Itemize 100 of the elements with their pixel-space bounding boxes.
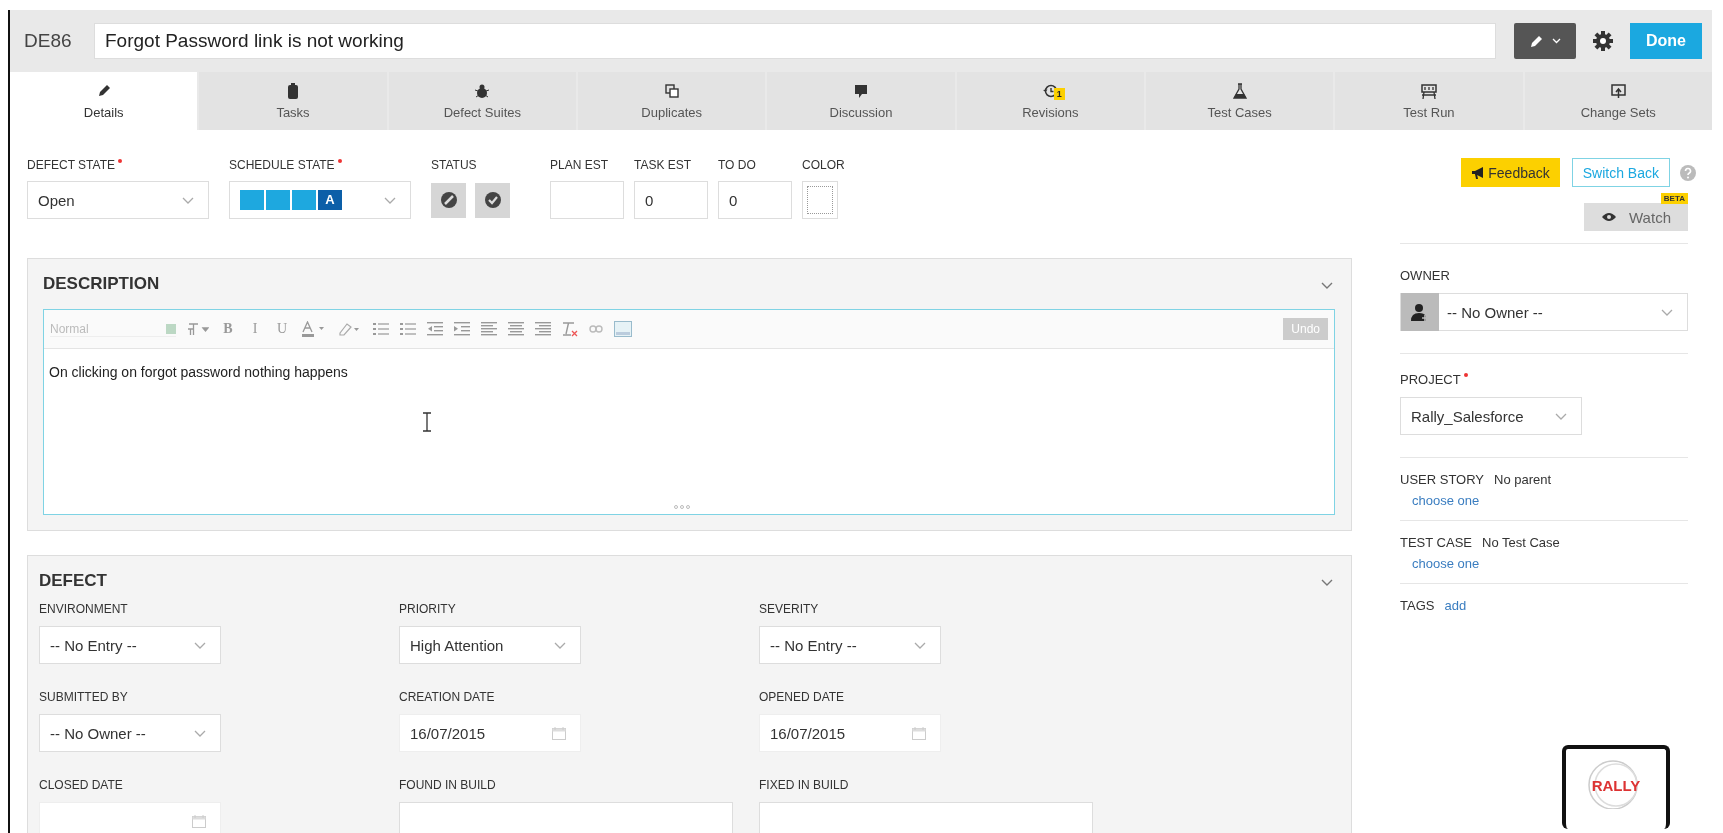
state-segment: A (318, 190, 342, 210)
check-icon (483, 191, 502, 209)
flask-icon (1232, 83, 1247, 99)
field-label: TASK EST (634, 158, 693, 172)
clear-format-icon[interactable] (562, 321, 578, 337)
ordered-list-icon[interactable] (373, 322, 389, 336)
text-field[interactable] (759, 802, 1093, 833)
chevron-icon (384, 196, 396, 204)
number-field[interactable] (550, 181, 624, 219)
choose-link[interactable]: choose one (1412, 493, 1688, 508)
chevron-icon (194, 641, 206, 649)
chevron-icon (554, 641, 566, 649)
megaphone-icon (1471, 166, 1486, 179)
tab[interactable]: Defect Suites (388, 72, 576, 130)
chevron-icon (194, 729, 206, 737)
tab[interactable]: Test Cases (1145, 72, 1334, 130)
date-field[interactable]: 16/07/2015 (759, 714, 941, 752)
blocked-toggle[interactable] (431, 182, 466, 218)
text-cursor-icon (422, 412, 432, 432)
chevron-icon (1661, 308, 1673, 316)
dropdown[interactable]: -- No Entry -- (759, 626, 941, 664)
rally-logo: RALLY (1562, 745, 1670, 829)
owner-dropdown[interactable]: -- No Owner -- (1400, 293, 1688, 331)
align-right-icon[interactable] (535, 322, 551, 336)
schedule-state-dropdown[interactable]: A (229, 181, 411, 219)
section-title: DEFECT (39, 571, 107, 591)
field-label: COLOR (802, 158, 845, 172)
align-center-icon[interactable] (508, 322, 524, 336)
tab[interactable]: Duplicates (578, 72, 766, 130)
edit-menu-button[interactable] (1514, 23, 1576, 59)
dropdown[interactable]: -- No Owner -- (39, 714, 221, 752)
font-size-icon[interactable] (187, 322, 209, 336)
number-field[interactable]: 0 (634, 181, 708, 219)
field-label: OPENED DATE (759, 690, 846, 704)
dropdown[interactable]: High Attention (399, 626, 581, 664)
bug-icon (474, 83, 491, 99)
number-field[interactable]: 0 (718, 181, 792, 219)
outdent-icon[interactable] (427, 322, 443, 336)
text-field[interactable] (399, 802, 733, 833)
pencil-icon (1529, 34, 1544, 48)
field-label: TO DO (718, 158, 757, 172)
calendar-icon (552, 726, 566, 740)
tab[interactable]: Details (10, 72, 198, 130)
calendar-icon (192, 814, 206, 828)
field-label: TEST CASE (1400, 535, 1472, 550)
date-field[interactable] (39, 802, 221, 833)
settings-icon[interactable] (1592, 30, 1614, 52)
date-field[interactable]: 16/07/2015 (399, 714, 581, 752)
choose-link[interactable]: choose one (1412, 556, 1688, 571)
link-icon[interactable] (589, 325, 603, 333)
field-label: PLAN EST (550, 158, 610, 172)
eye-icon (1601, 212, 1617, 222)
field-label: FIXED IN BUILD (759, 778, 850, 792)
project-dropdown[interactable]: Rally_Salesforce (1400, 397, 1582, 435)
resize-grip-icon[interactable] (674, 505, 690, 509)
field-label: SEVERITY (759, 602, 820, 616)
chevron-icon (1555, 412, 1567, 420)
bullet-list-icon[interactable] (400, 322, 416, 336)
field-label: OWNER (1400, 268, 1451, 283)
feedback-button[interactable]: Feedback (1461, 158, 1560, 187)
field-label: ENVIRONMENT (39, 602, 129, 616)
easel-icon (1420, 83, 1437, 99)
field-label: TAGS (1400, 598, 1435, 613)
tab[interactable]: 1 Revisions (956, 72, 1144, 130)
color-picker[interactable] (802, 181, 838, 219)
indent-icon[interactable] (454, 322, 470, 336)
highlighter-icon[interactable] (338, 322, 362, 336)
field-label: SUBMITTED BY (39, 690, 129, 704)
font-color-icon[interactable] (301, 321, 327, 337)
help-icon[interactable] (1680, 164, 1696, 181)
chevron-icon (1321, 578, 1333, 586)
field-value: No parent (1494, 472, 1552, 487)
clock-icon (1042, 83, 1058, 99)
tab[interactable]: Test Run (1335, 72, 1523, 130)
section-title: DESCRIPTION (43, 274, 160, 294)
field-label: FOUND IN BUILD (399, 778, 497, 792)
blocked-icon (439, 191, 458, 209)
title-field[interactable]: Forgot Password link is not working (94, 23, 1496, 59)
field-label: PROJECT (1400, 372, 1688, 387)
caret-icon (1551, 38, 1561, 44)
field-label: SCHEDULE STATE (229, 158, 411, 172)
align-left-icon[interactable] (481, 322, 497, 336)
add-tag-link[interactable]: add (1444, 598, 1467, 613)
field-label: PRIORITY (399, 602, 457, 616)
field-label: USER STORY (1400, 472, 1485, 487)
ready-toggle[interactable] (475, 182, 510, 218)
dropdown[interactable]: -- No Entry -- (39, 626, 221, 664)
tab[interactable]: Tasks (199, 72, 387, 130)
field-label: CLOSED DATE (39, 778, 124, 792)
tab[interactable]: Change Sets (1524, 72, 1712, 130)
clipboard-icon (287, 83, 299, 99)
chevron-icon (1321, 281, 1333, 289)
changeset-icon (1610, 83, 1626, 99)
tab[interactable]: Discussion (767, 72, 955, 130)
field-label: DEFECT STATE (27, 158, 209, 172)
watch-button[interactable]: Watch (1584, 203, 1688, 231)
image-icon[interactable] (614, 321, 632, 337)
beta-badge: BETA (1660, 193, 1688, 204)
dropdown[interactable]: Open (27, 181, 209, 219)
duplicate-icon (664, 84, 679, 98)
